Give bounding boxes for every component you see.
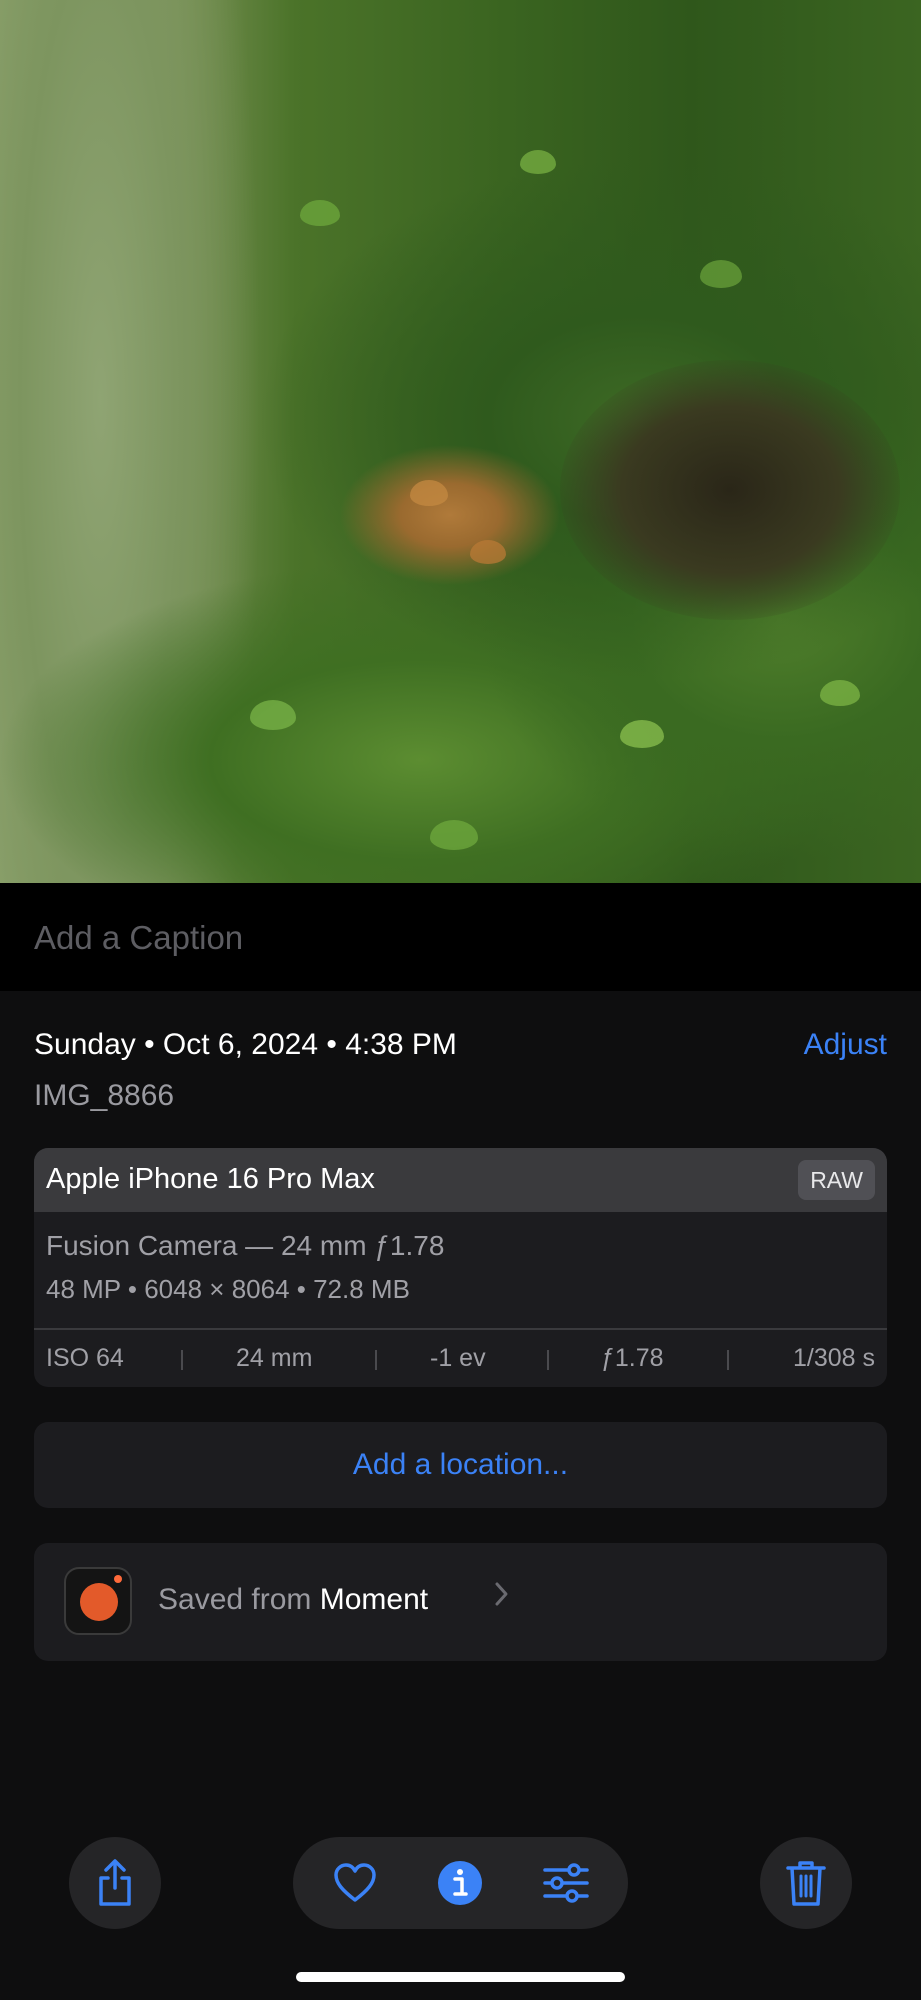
exif-exposure: -1 ev <box>430 1344 486 1372</box>
date-row: Sunday • Oct 6, 2024 • 4:38 PM Adjust <box>34 1024 887 1068</box>
info-button[interactable] <box>414 1837 506 1929</box>
moment-app-icon <box>64 1567 132 1635</box>
photo-viewer[interactable] <box>0 0 921 883</box>
photo-leaf <box>820 680 860 706</box>
add-location-label: Add a location... <box>352 1448 569 1481</box>
camera-info-card: Apple iPhone 16 Pro Max RAW Fusion Camer… <box>34 1148 887 1387</box>
chevron-right-icon <box>495 1582 508 1606</box>
image-specs: 48 MP • 6048 × 8064 • 72.8 MB <box>46 1274 410 1304</box>
exif-iso: ISO 64 <box>46 1344 124 1372</box>
saved-from-app-name: Moment <box>319 1583 429 1616</box>
edit-button[interactable] <box>520 1837 612 1929</box>
exif-shutter: 1/308 s <box>792 1344 875 1372</box>
add-location-button[interactable]: Add a location... <box>34 1422 887 1508</box>
exif-row: ISO 64 24 mm -1 ev ƒ1.78 1/308 s <box>34 1330 887 1387</box>
toolbar-center-group <box>293 1837 628 1929</box>
home-indicator[interactable] <box>296 1972 625 1982</box>
saved-from-prefix: Saved from <box>158 1583 312 1616</box>
format-badge: RAW <box>798 1160 875 1200</box>
saved-from-text: Saved from Moment <box>158 1583 428 1617</box>
capture-date: Sunday • Oct 6, 2024 • 4:38 PM <box>34 1028 457 1061</box>
photo-leaf <box>470 540 506 564</box>
favorite-button[interactable] <box>309 1837 401 1929</box>
exif-separator <box>181 1350 183 1370</box>
adjust-date-button[interactable]: Adjust <box>804 1028 887 1062</box>
photo-leaf <box>520 150 556 174</box>
photo-leaf <box>250 700 296 730</box>
app-icon-dot <box>80 1583 118 1621</box>
photo-leaf <box>620 720 664 748</box>
share-icon <box>99 1859 131 1906</box>
share-button[interactable] <box>69 1837 161 1929</box>
trash-icon <box>786 1861 826 1906</box>
photo-leaf <box>430 820 478 850</box>
exif-focal-length: 24 mm <box>236 1344 313 1372</box>
caption-input[interactable]: Add a Caption <box>34 919 243 957</box>
photo-leaf <box>300 200 340 226</box>
delete-button[interactable] <box>760 1837 852 1929</box>
photo-info-screen: Add a Caption Sunday • Oct 6, 2024 • 4:3… <box>0 0 921 2000</box>
adjust-sliders-icon <box>543 1863 589 1903</box>
heart-icon <box>334 1863 376 1902</box>
app-icon-mini-dot <box>114 1575 122 1583</box>
caption-bar[interactable]: Add a Caption <box>0 883 921 991</box>
photo-detail-shadow <box>560 360 900 620</box>
exif-separator <box>727 1350 729 1370</box>
photo-leaf <box>700 260 742 288</box>
info-icon <box>438 1861 482 1905</box>
file-name: IMG_8866 <box>34 1079 175 1112</box>
photo-leaf <box>410 480 448 506</box>
exif-separator <box>547 1350 549 1370</box>
camera-model: Apple iPhone 16 Pro Max <box>46 1163 375 1195</box>
exif-aperture: ƒ1.78 <box>601 1344 664 1372</box>
exif-separator <box>375 1350 377 1370</box>
camera-header: Apple iPhone 16 Pro Max RAW <box>34 1148 887 1212</box>
lens-info: Fusion Camera — 24 mm ƒ1.78 <box>46 1230 445 1261</box>
saved-from-row[interactable]: Saved from Moment <box>34 1543 887 1661</box>
